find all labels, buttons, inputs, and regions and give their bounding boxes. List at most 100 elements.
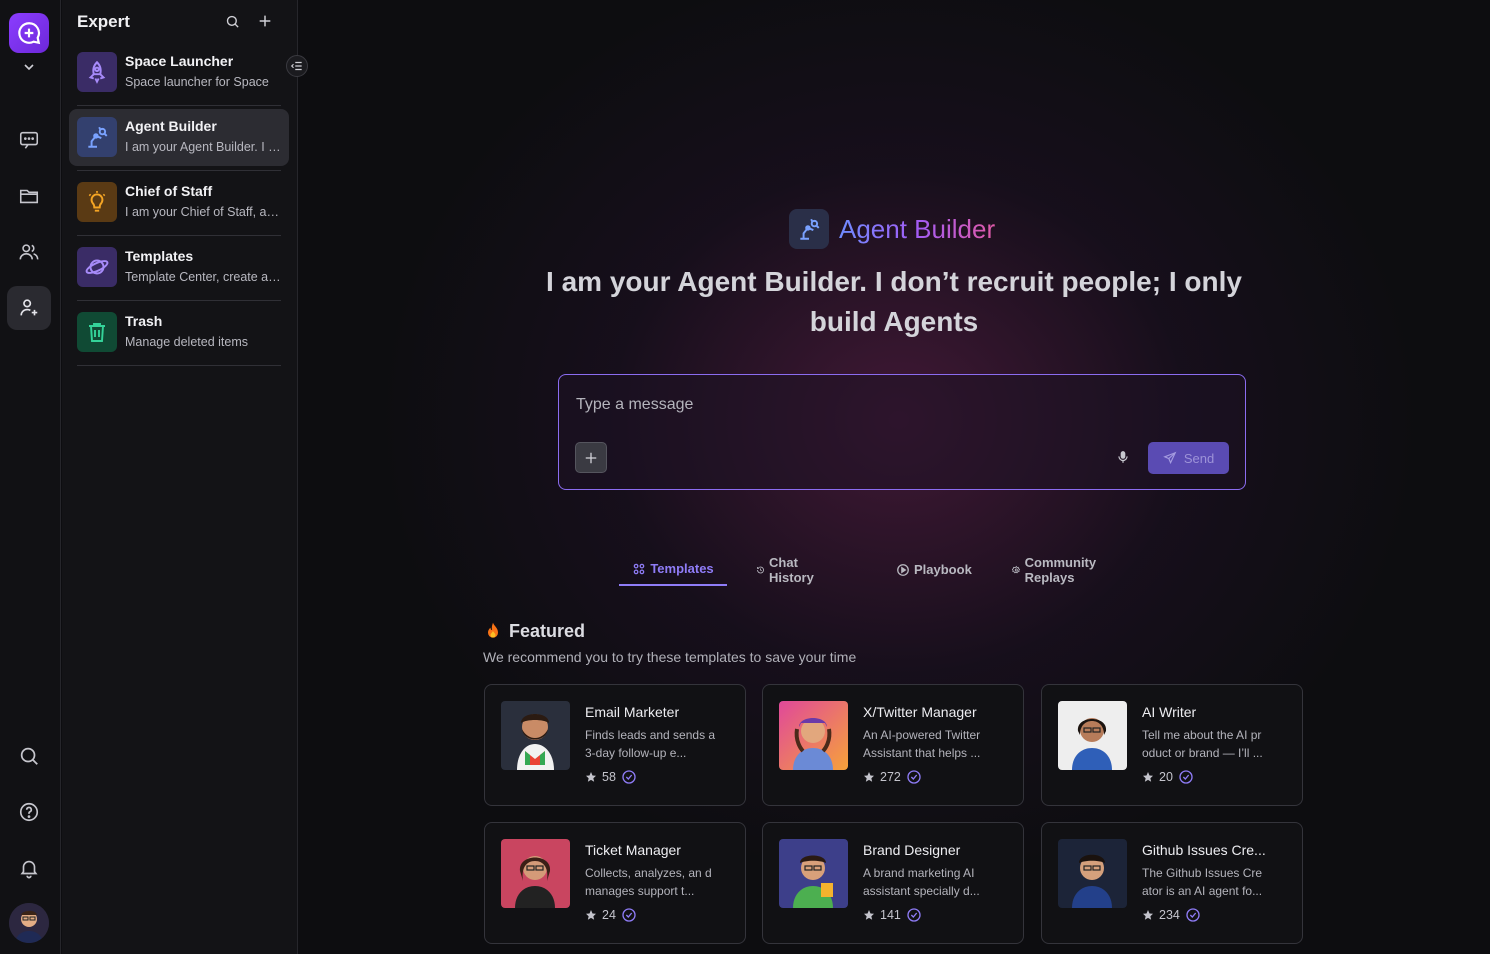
sidebar-item-name: Agent Builder	[125, 118, 217, 134]
star-count: 20	[1159, 770, 1173, 784]
template-name: AI Writer	[1142, 704, 1197, 720]
grid-icon	[634, 563, 645, 574]
plus-icon	[259, 15, 271, 27]
robot-arm-icon	[789, 209, 829, 249]
history-icon	[757, 566, 764, 573]
template-meta: 141	[863, 907, 922, 923]
template-meta: 234	[1142, 907, 1201, 923]
template-desc: Collects, analyzes, an d manages support…	[585, 866, 712, 898]
sidebar-item-desc: Manage deleted items	[125, 335, 248, 349]
user-plus-icon	[20, 299, 38, 316]
sidebar-item-desc: I am your Agent Builder. I don't recruit…	[125, 140, 283, 154]
rail-search-button[interactable]	[7, 734, 51, 778]
sidebar-item-agent-builder[interactable]: Agent Builder I am your Agent Builder. I…	[69, 109, 289, 166]
user-avatar[interactable]	[9, 903, 49, 943]
robot-arm-icon	[77, 117, 117, 157]
avatar	[779, 701, 848, 770]
rail-files-button[interactable]	[7, 174, 51, 218]
tab-label: Playbook	[914, 562, 972, 577]
send-button[interactable]: Send	[1148, 442, 1229, 474]
star-count: 24	[602, 908, 616, 922]
folder-icon	[19, 189, 39, 204]
tab-label: Community Replays	[1024, 554, 1097, 585]
play-icon	[897, 563, 909, 576]
rail-expert-button[interactable]	[7, 286, 51, 330]
fire-icon	[488, 622, 498, 638]
star-count: 234	[1159, 908, 1180, 922]
star-icon	[586, 772, 596, 782]
attach-button[interactable]	[575, 442, 607, 473]
featured-subtitle: We recommend you to try these templates …	[483, 649, 857, 665]
divider	[77, 235, 281, 236]
avatar	[501, 701, 570, 770]
tab-community-replays[interactable]: Community Replays	[1012, 553, 1102, 586]
template-name: X/Twitter Manager	[863, 704, 977, 720]
tab-label: Chat History	[769, 554, 814, 585]
avatar	[1058, 701, 1127, 770]
template-name: Brand Designer	[863, 842, 961, 858]
gear-icon	[1012, 565, 1021, 573]
expert-sidebar: Expert Space Launcher Space launcher for…	[62, 0, 298, 954]
star-icon	[864, 910, 874, 920]
verified-icon	[622, 770, 636, 784]
sidebar-item-desc: Space launcher for Space	[125, 75, 269, 89]
help-icon	[19, 802, 39, 822]
template-card[interactable]: Github Issues Cre... The Github Issues C…	[1041, 822, 1303, 944]
tab-label: Templates	[650, 561, 714, 576]
template-name: Github Issues Cre...	[1142, 842, 1266, 858]
template-desc: The Github Issues Cre ator is an AI agen…	[1142, 866, 1263, 898]
template-meta: 20	[1142, 769, 1194, 785]
tab-chat-history[interactable]: Chat History	[756, 553, 819, 586]
template-card[interactable]: Brand Designer A brand marketing AI assi…	[762, 822, 1024, 944]
main-panel: Agent Builder I am your Agent Builder. I…	[299, 0, 1490, 954]
sidebar-add-button[interactable]	[256, 12, 274, 30]
template-card[interactable]: Ticket Manager Collects, analyzes, an d …	[484, 822, 746, 944]
send-icon	[1163, 451, 1177, 465]
rail-notifications-button[interactable]	[7, 846, 51, 890]
template-card[interactable]: X/Twitter Manager An AI-powered Twitter …	[762, 684, 1024, 806]
template-desc: Finds leads and sends a 3-day follow-up …	[585, 728, 716, 760]
template-name: Email Marketer	[585, 704, 680, 720]
rail-help-button[interactable]	[7, 790, 51, 834]
sidebar-item-desc: Template Center, create agents	[125, 270, 283, 284]
sidebar-item-chief-of-staff[interactable]: Chief of Staff I am your Chief of Staff,…	[69, 174, 289, 231]
template-desc: An AI-powered Twitter Assistant that hel…	[863, 728, 981, 760]
star-icon	[864, 772, 874, 782]
star-count: 58	[602, 770, 616, 784]
app-window: Expert Space Launcher Space launcher for…	[0, 0, 1490, 954]
template-meta: 24	[585, 907, 637, 923]
chat-plus-icon	[18, 22, 41, 45]
sidebar-search-button[interactable]	[223, 12, 241, 30]
sidebar-item-templates[interactable]: Templates Template Center, create agents	[69, 239, 289, 296]
sidebar-item-name: Trash	[125, 313, 163, 329]
message-icon	[19, 131, 39, 149]
template-card[interactable]: Email Marketer Finds leads and sends a 3…	[484, 684, 746, 806]
star-count: 141	[880, 908, 901, 922]
tab-templates[interactable]: Templates	[619, 553, 727, 586]
sidebar-title: Expert	[77, 12, 130, 31]
avatar	[501, 839, 570, 908]
chevron-down-icon[interactable]	[21, 59, 37, 75]
rail-chat-button[interactable]	[7, 118, 51, 162]
star-icon	[1143, 772, 1153, 782]
rail-team-button[interactable]	[7, 230, 51, 274]
template-desc: Tell me about the AI pr oduct or brand —…	[1142, 728, 1263, 760]
sidebar-item-space-launcher[interactable]: Space Launcher Space launcher for Space	[69, 44, 289, 101]
plus-icon	[585, 452, 597, 463]
template-card[interactable]: AI Writer Tell me about the AI pr oduct …	[1041, 684, 1303, 806]
sidebar-item-trash[interactable]: Trash Manage deleted items	[69, 304, 289, 361]
message-composer[interactable]: Type a message Send	[558, 374, 1246, 490]
template-meta: 58	[585, 769, 637, 785]
message-input[interactable]: Type a message	[576, 396, 693, 414]
app-logo-button[interactable]	[9, 13, 49, 53]
verified-icon	[907, 908, 921, 922]
rocket-icon	[77, 52, 117, 92]
tab-playbook[interactable]: Playbook	[896, 553, 972, 586]
trash-icon	[77, 312, 117, 352]
star-count: 272	[880, 770, 901, 784]
agent-intro: I am your Agent Builder. I don’t recruit…	[546, 266, 1242, 337]
agent-name: Agent Builder	[839, 213, 996, 244]
left-rail	[0, 0, 61, 954]
collapse-sidebar-button[interactable]	[286, 55, 308, 77]
microphone-button[interactable]	[1114, 448, 1132, 466]
